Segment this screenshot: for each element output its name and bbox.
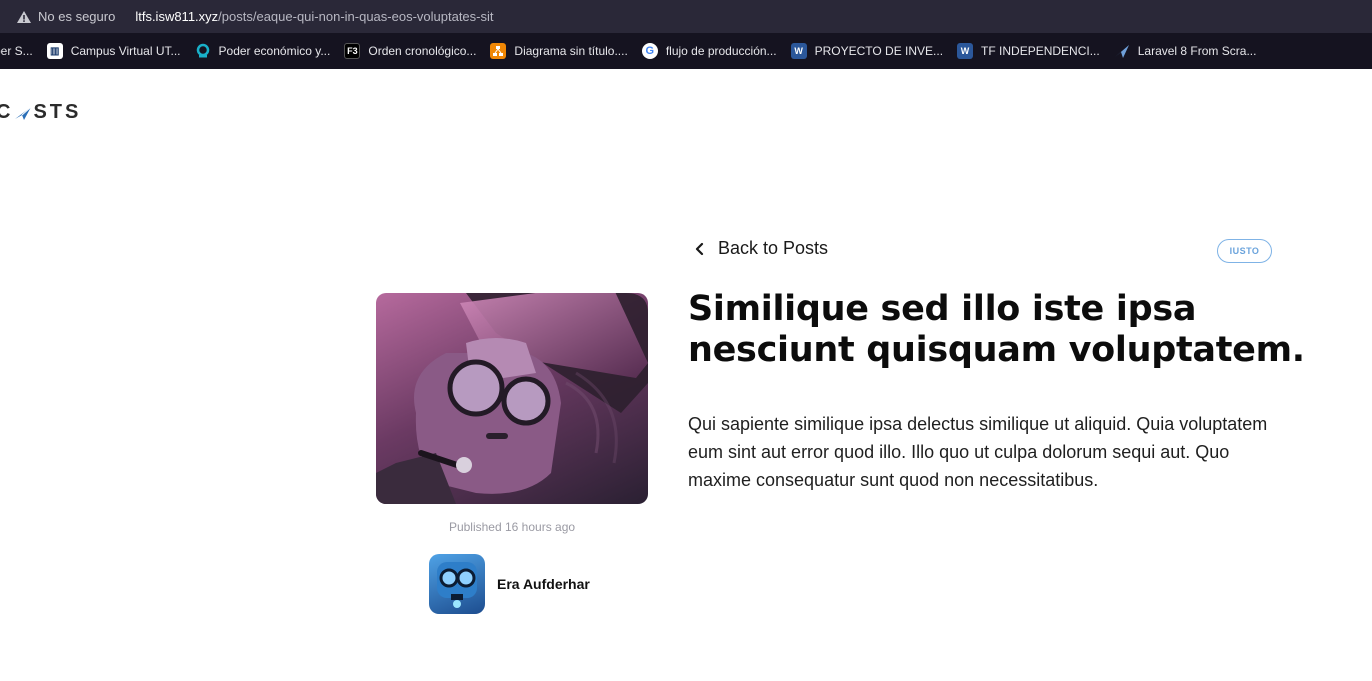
word-icon: W [790,43,807,59]
security-label: No es seguro [38,9,116,24]
warning-icon [17,10,31,23]
logo-text-right: STS [33,101,82,123]
bookmark-item[interactable]: W PROYECTO DE INVE... [790,43,944,59]
security-indicator[interactable]: No es seguro [16,9,115,25]
bookmark-label: Diagrama sin título.... [514,44,628,58]
address-bar[interactable]: No es seguro ltfs.isw811.xyz/posts/eaque… [0,0,1372,33]
bookmark-label: Laravel 8 From Scra... [1137,44,1257,58]
author-name: Era Aufderhar [497,576,590,592]
bookmark-label: PROYECTO DE INVE... [814,44,944,58]
bookmark-item[interactable]: Laravel 8 From Scra... [1114,43,1257,59]
globe-icon [195,43,211,59]
post-body: Qui sapiente similique ipsa delectus sim… [688,414,1268,490]
category-badge[interactable]: IUSTO [1217,239,1272,263]
robot-avatar-icon [437,562,477,608]
bookmark-label: Campus Virtual UT... [70,44,181,58]
bookmark-item[interactable]: Diagrama sin título.... [490,43,628,59]
bookmark-item[interactable]: Poder económico y... [195,43,331,59]
bookmark-label: flujo de producción... [665,44,777,58]
bookmark-item[interactable]: ▥ Campus Virtual UT... [46,43,181,59]
logo-plane-icon [15,106,32,120]
url-path: /posts/eaque-qui-non-in-quas-eos-volupta… [218,9,494,24]
bookmarks-bar: per S... ▥ Campus Virtual UT... Poder ec… [0,33,1372,69]
site-logo[interactable]: C STS [0,101,81,124]
post-title: Similique sed illo iste ipsa nesciunt qu… [688,289,1305,370]
drawio-icon [490,43,507,59]
bookmark-label: Poder económico y... [218,44,331,58]
post-thumbnail [376,293,648,504]
published-date: Published 16 hours ago [448,520,576,534]
campus-icon: ▥ [46,43,63,59]
bookmark-item[interactable]: F3 Orden cronológico... [344,43,476,59]
author-block: Era Aufderhar [429,554,590,614]
plane-icon [1114,43,1130,59]
robot-illustration-icon [376,293,648,504]
bookmark-label: per S... [0,44,33,58]
bookmark-label: TF INDEPENDENCI... [981,44,1100,58]
chevron-left-icon [695,242,704,255]
logo-text-left: C [0,101,14,123]
bookmark-item[interactable]: per S... [0,44,33,58]
bookmark-item[interactable]: G flujo de producción... [641,43,777,59]
f3-icon: F3 [344,43,361,59]
back-label: Back to Posts [718,238,829,258]
back-to-posts-link[interactable]: Back to Posts [690,238,828,259]
url-host: ltfs.isw811.xyz [135,9,219,24]
url-field[interactable]: ltfs.isw811.xyz/posts/eaque-qui-non-in-q… [135,9,493,24]
avatar [429,554,485,614]
google-icon: G [641,43,658,59]
bookmark-item[interactable]: W TF INDEPENDENCI... [957,43,1100,59]
word-icon: W [957,43,974,59]
bookmark-label: Orden cronológico... [368,44,477,58]
